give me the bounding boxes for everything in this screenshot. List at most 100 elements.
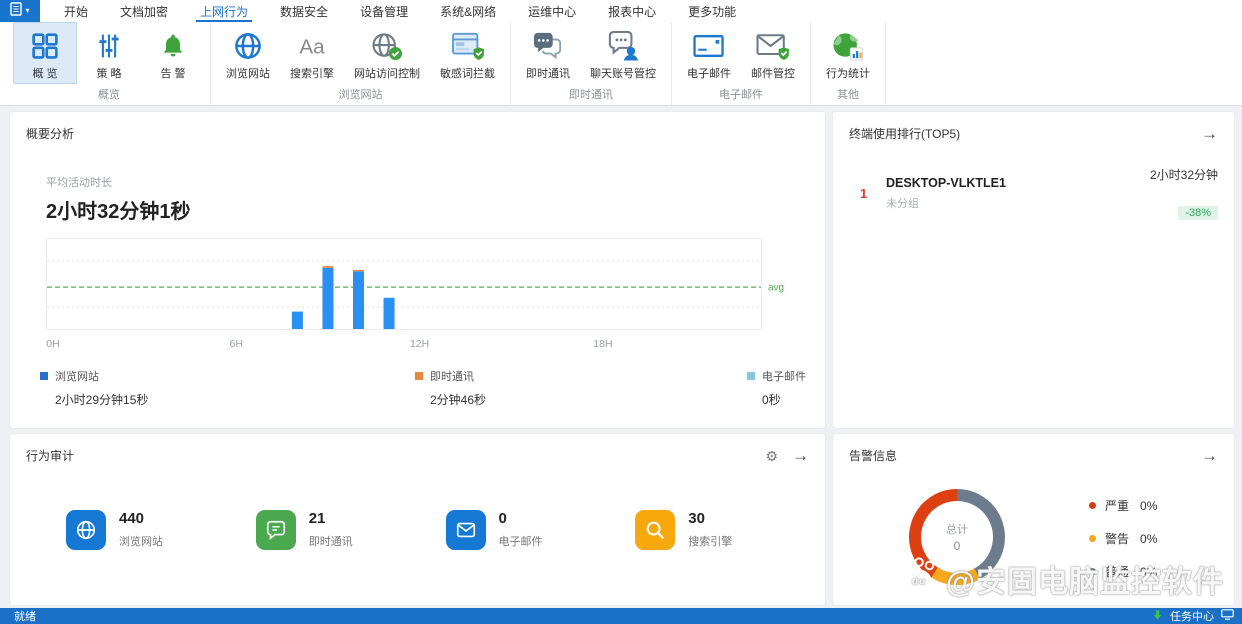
stat-value: 0 (498, 510, 507, 527)
tab-start[interactable]: 开始 (48, 0, 104, 22)
ribbon-item-browse-web[interactable]: 浏览网站 (216, 22, 280, 84)
document-icon (10, 1, 23, 21)
svg-text:Aa: Aa (299, 36, 325, 59)
ribbon-item-label: 聊天账号管控 (590, 68, 656, 80)
legend-swatch (747, 372, 755, 380)
legend-label: 浏览网站 (55, 371, 99, 383)
search-tile-icon (635, 510, 676, 550)
audit-stat-search-engine[interactable]: 30 搜索引擎 (635, 510, 825, 550)
tab-ops-center[interactable]: 运维中心 (512, 0, 592, 22)
audit-stat-email[interactable]: 0 电子邮件 (445, 510, 636, 550)
donut-center: 总计 0 (921, 501, 993, 573)
tab-report-center[interactable]: 报表中心 (592, 0, 672, 22)
legend-swatch (40, 372, 48, 380)
ribbon-item-label: 网站访问控制 (354, 68, 420, 80)
globe-icon (233, 28, 263, 64)
panel-audit-head: 行为审计 ⚙ → (10, 434, 825, 464)
ribbon-group-overview: 概 览 策 略 告 警概览 (8, 22, 211, 105)
chart-legend-item: 浏览网站 2小时29分钟15秒 (40, 368, 415, 408)
monitor-icon[interactable] (1221, 609, 1234, 623)
chat-icon (531, 28, 565, 64)
audit-stats-row: 440 浏览网站 21 即时通讯 0 电子邮件 30 搜索引擎 (66, 510, 825, 550)
alarm-donut-chart: 总计 0 (909, 489, 1005, 585)
stat-label: 浏览网站 (119, 536, 163, 548)
ribbon-item-policy[interactable]: 策 略 (77, 22, 141, 84)
gear-icon[interactable]: ⚙ (765, 449, 778, 463)
chart-legend: 浏览网站 2小时29分钟15秒 即时通讯 2分钟46秒 电子邮件 0秒 (40, 368, 825, 408)
panel-alarm-head: 告警信息 → (833, 434, 1234, 464)
ribbon-item-im[interactable]: 即时通讯 (516, 22, 580, 84)
hourly-activity-chart: avg 0H 6H 12H 18H (46, 238, 825, 355)
ribbon-item-overview[interactable]: 概 览 (13, 22, 77, 84)
ribbon-group-email: 电子邮件 邮件管控 电子邮件 (672, 22, 811, 105)
alarm-legend-label: 严重 (1105, 499, 1130, 513)
ribbon-group-label: 浏览网站 (338, 89, 383, 101)
chevron-down-icon: ▾ (25, 6, 30, 15)
ribbon-group-label: 电子邮件 (719, 89, 763, 101)
chart-legend-item: 电子邮件 0秒 (747, 368, 806, 408)
ribbon-item-label: 策 略 (96, 68, 122, 80)
ribbon-item-label: 概 览 (32, 68, 58, 80)
legend-value: 0秒 (762, 393, 781, 407)
tab-doc-encrypt[interactable]: 文档加密 (104, 0, 184, 22)
ribbon-item-label: 行为统计 (826, 68, 870, 80)
ribbon-item-mail-control[interactable]: 邮件管控 (741, 22, 805, 84)
bar-chart-svg: avg 0H 6H 12H 18H (46, 238, 784, 350)
grid-icon (31, 28, 59, 64)
tab-data-security[interactable]: 数据安全 (264, 0, 344, 22)
tab-device-mgmt[interactable]: 设备管理 (344, 0, 424, 22)
ribbon-item-search-engine[interactable]: Aa 搜索引擎 (280, 22, 344, 84)
ribbon-item-site-access-control[interactable]: 网站访问控制 (344, 22, 430, 84)
arrow-right-icon[interactable]: → (1201, 125, 1218, 142)
audit-stat-browse-web[interactable]: 440 浏览网站 (66, 510, 256, 550)
ribbon-item-chat-account-control[interactable]: 聊天账号管控 (580, 22, 666, 84)
ranking-row[interactable]: 1 DESKTOP-VLKTLE1 未分组 2小时32分钟 -38% (833, 142, 1234, 221)
legend-dot (1089, 535, 1096, 542)
panel-behavior-audit: 行为审计 ⚙ → 440 浏览网站 21 即时通讯 0 电子邮件 30 搜索引擎 (10, 434, 825, 605)
ribbon-item-behavior-stats[interactable]: 行为统计 (816, 22, 880, 84)
browser-shield-icon (450, 28, 486, 64)
globe-tile-icon (66, 510, 106, 550)
svg-text:18H: 18H (593, 338, 612, 350)
ribbon-item-sensitive-word-block[interactable]: 敏感词拦截 (430, 22, 505, 84)
avg-duration-label: 平均活动时长 (46, 177, 112, 189)
task-center-link[interactable]: 任务中心 (1170, 608, 1214, 624)
ribbon-group-label: 概览 (98, 89, 120, 101)
ribbon-group-im: 即时通讯 聊天账号管控 即时通讯 (511, 22, 672, 105)
mail-icon (692, 28, 726, 64)
stat-label: 即时通讯 (308, 536, 353, 548)
globe-check-icon (370, 28, 404, 64)
ribbon-item-email[interactable]: 电子邮件 (677, 22, 741, 84)
globe-stats-icon (831, 28, 865, 64)
alarm-legend-label: 普通 (1105, 565, 1130, 579)
ribbon-group-other: 行为统计 其他 (811, 22, 886, 105)
ribbon-item-label: 即时通讯 (526, 68, 570, 80)
legend-label: 电子邮件 (762, 371, 806, 383)
chart-legend-item: 即时通讯 2分钟46秒 (415, 368, 747, 408)
alarm-legend-value: 0% (1140, 498, 1158, 513)
ribbon-item-label: 电子邮件 (687, 68, 731, 80)
rank-number: 1 (860, 186, 868, 201)
stat-label: 搜索引擎 (688, 536, 733, 548)
stat-value: 440 (119, 510, 145, 527)
main-tabs: 开始 文档加密 上网行为 数据安全 设备管理 系统&网络 运维中心 报表中心 更多功能 (48, 0, 752, 22)
app-menu-button[interactable]: ▾ (0, 0, 40, 22)
terminal-group: 未分组 (886, 198, 919, 210)
status-bar: 就绪 任务中心 (0, 608, 1242, 624)
panel-title: 告警信息 (849, 449, 898, 463)
sliders-icon (95, 28, 123, 64)
legend-swatch (415, 372, 423, 380)
chat-tile-icon (255, 510, 296, 550)
legend-label: 即时通讯 (430, 371, 474, 383)
audit-stat-im[interactable]: 21 即时通讯 (255, 510, 446, 550)
panel-terminal-ranking: 终端使用排行(TOP5) → 1 DESKTOP-VLKTLE1 未分组 2小时32分… (833, 112, 1234, 428)
tab-system-network[interactable]: 系统&网络 (424, 0, 512, 22)
alarm-legend-label: 警告 (1105, 532, 1130, 546)
tab-web-behavior[interactable]: 上网行为 (184, 0, 264, 22)
arrow-right-icon[interactable]: → (1201, 447, 1218, 464)
panel-title: 概要分析 (26, 127, 75, 141)
ribbon-item-alarm[interactable]: 告 警 (141, 22, 205, 84)
terminal-name: DESKTOP-VLKTLE1 (886, 176, 1006, 190)
tab-more-features[interactable]: 更多功能 (672, 0, 752, 22)
arrow-right-icon[interactable]: → (792, 447, 809, 464)
